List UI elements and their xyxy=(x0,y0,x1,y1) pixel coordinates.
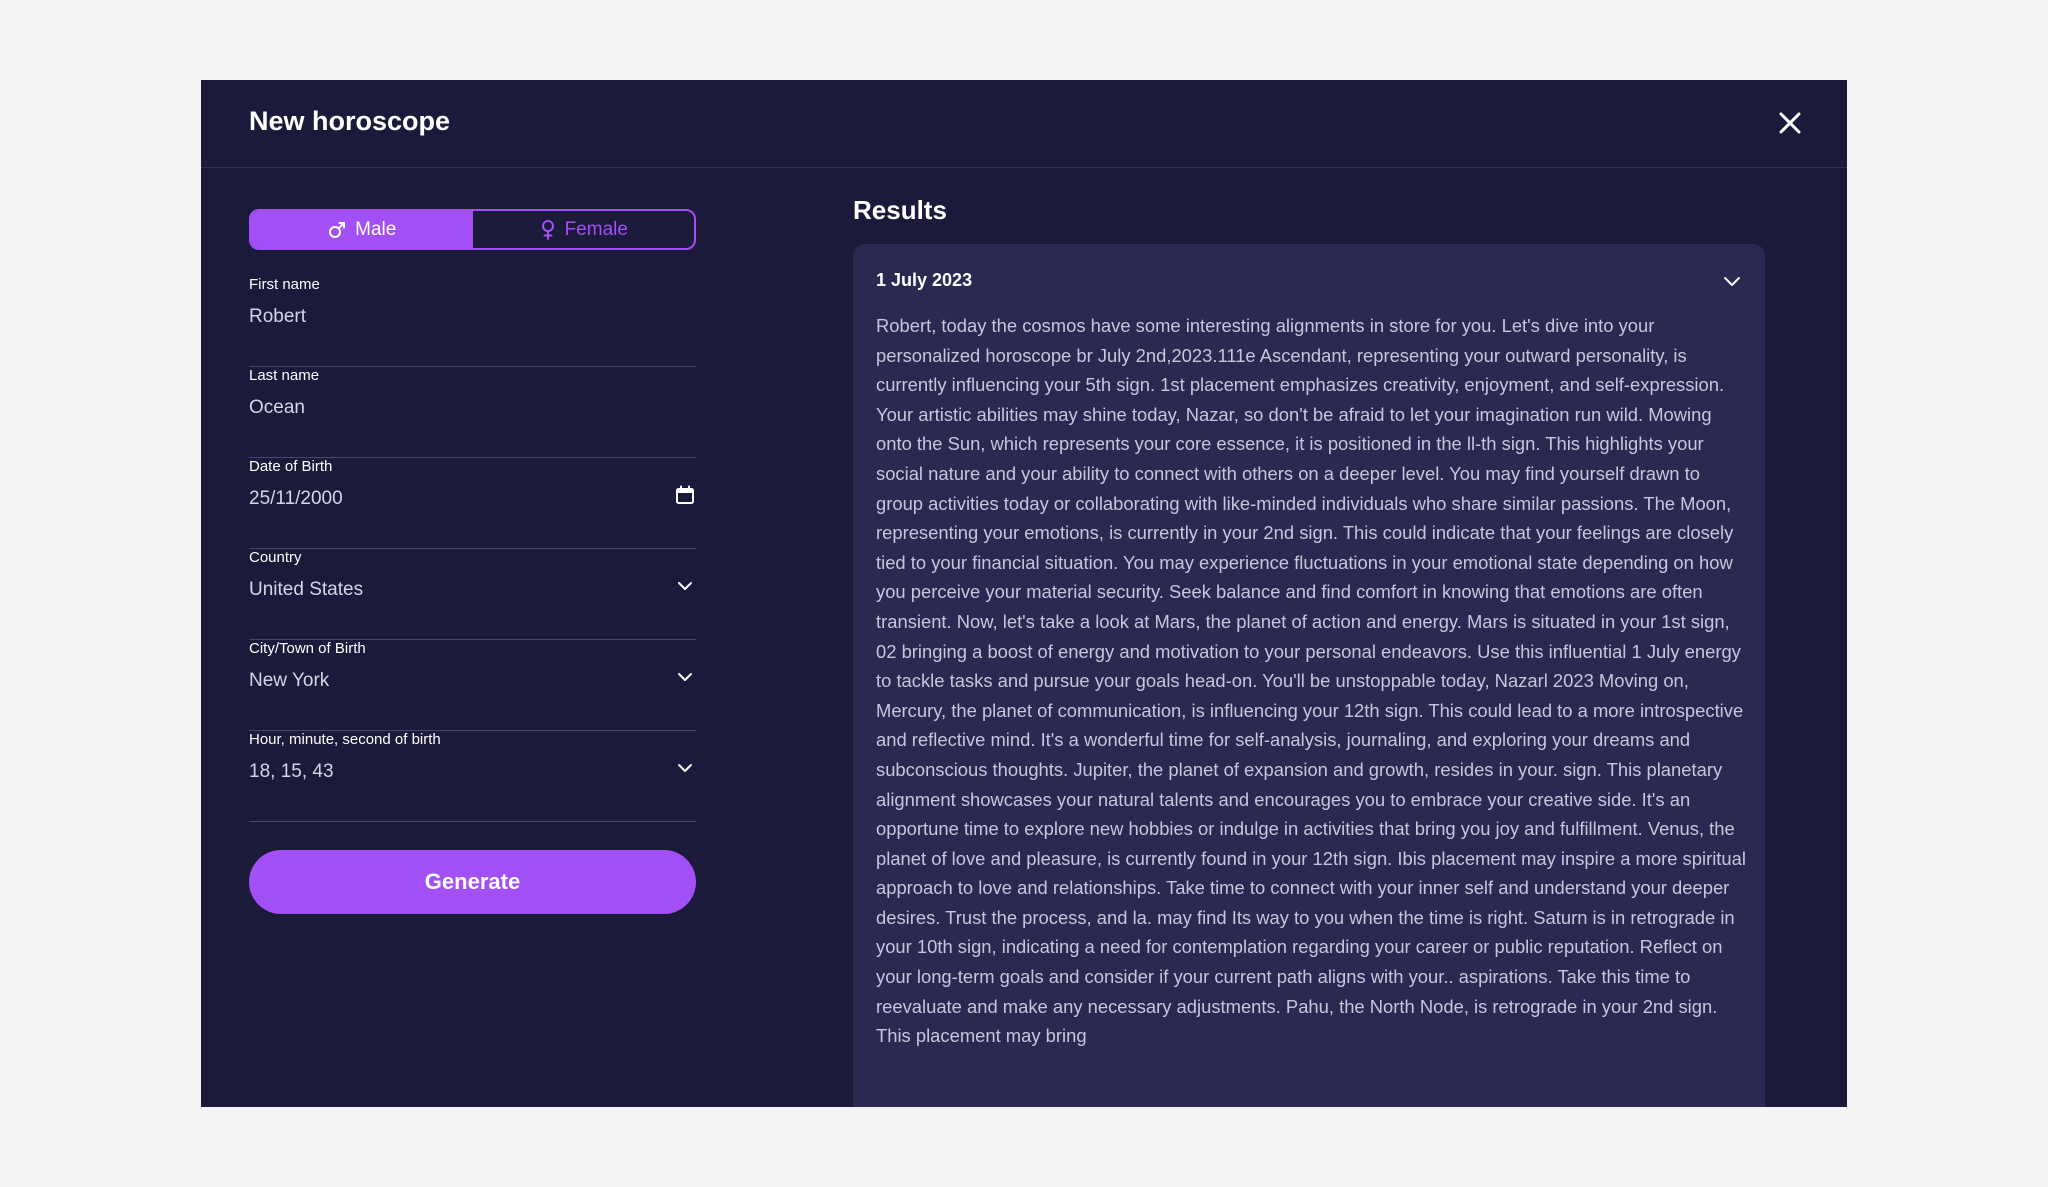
date-of-birth-field[interactable]: Date of Birth 25/11/2000 xyxy=(249,458,696,549)
last-name-label: Last name xyxy=(249,367,320,384)
date-of-birth-input[interactable]: 25/11/2000 xyxy=(249,488,343,510)
gender-male-label: Male xyxy=(355,218,397,240)
calendar-icon[interactable] xyxy=(674,484,696,506)
city-select[interactable]: City/Town of Birth New York xyxy=(249,640,696,731)
generate-button[interactable]: Generate xyxy=(249,850,696,914)
country-select[interactable]: Country United States xyxy=(249,549,696,640)
last-name-field[interactable]: Last name Ocean xyxy=(249,367,696,458)
result-date: 1 July 2023 xyxy=(876,270,973,290)
results-card: 1 July 2023 Robert, today the cosmos hav… xyxy=(853,244,1765,1107)
first-name-label: First name xyxy=(249,276,320,293)
chevron-down-icon[interactable] xyxy=(1721,270,1743,292)
first-name-input[interactable]: Robert xyxy=(249,306,306,328)
new-horoscope-modal: New horoscope Male Female First name Rob… xyxy=(201,80,1847,1107)
date-of-birth-label: Date of Birth xyxy=(249,458,333,475)
gender-male-button[interactable]: Male xyxy=(251,211,473,248)
chevron-down-icon xyxy=(678,764,692,772)
chevron-down-icon xyxy=(678,673,692,681)
horoscope-form: Male Female First name Robert Last name … xyxy=(249,209,696,914)
male-icon xyxy=(329,221,346,238)
first-name-field[interactable]: First name Robert xyxy=(249,276,696,367)
birth-time-label: Hour, minute, second of birth xyxy=(249,731,441,748)
modal-title: New horoscope xyxy=(249,106,451,136)
horoscope-text: Robert, today the cosmos have some inter… xyxy=(876,315,1746,1047)
close-button[interactable] xyxy=(1773,106,1807,140)
city-label: City/Town of Birth xyxy=(249,640,366,657)
birth-time-value: 18, 15, 43 xyxy=(249,761,334,782)
country-value: United States xyxy=(249,579,364,600)
gender-toggle: Male Female xyxy=(249,209,696,250)
gender-female-label: Female xyxy=(564,218,628,240)
country-label: Country xyxy=(249,549,302,566)
female-icon xyxy=(541,219,554,240)
modal-header: New horoscope xyxy=(201,80,1847,168)
birth-time-select[interactable]: Hour, minute, second of birth 18, 15, 43 xyxy=(249,731,696,822)
results-title: Results xyxy=(853,195,947,225)
close-icon xyxy=(1779,112,1801,134)
last-name-input[interactable]: Ocean xyxy=(249,397,305,419)
city-value: New York xyxy=(249,670,330,691)
chevron-down-icon xyxy=(678,582,692,590)
gender-female-button[interactable]: Female xyxy=(473,211,695,248)
